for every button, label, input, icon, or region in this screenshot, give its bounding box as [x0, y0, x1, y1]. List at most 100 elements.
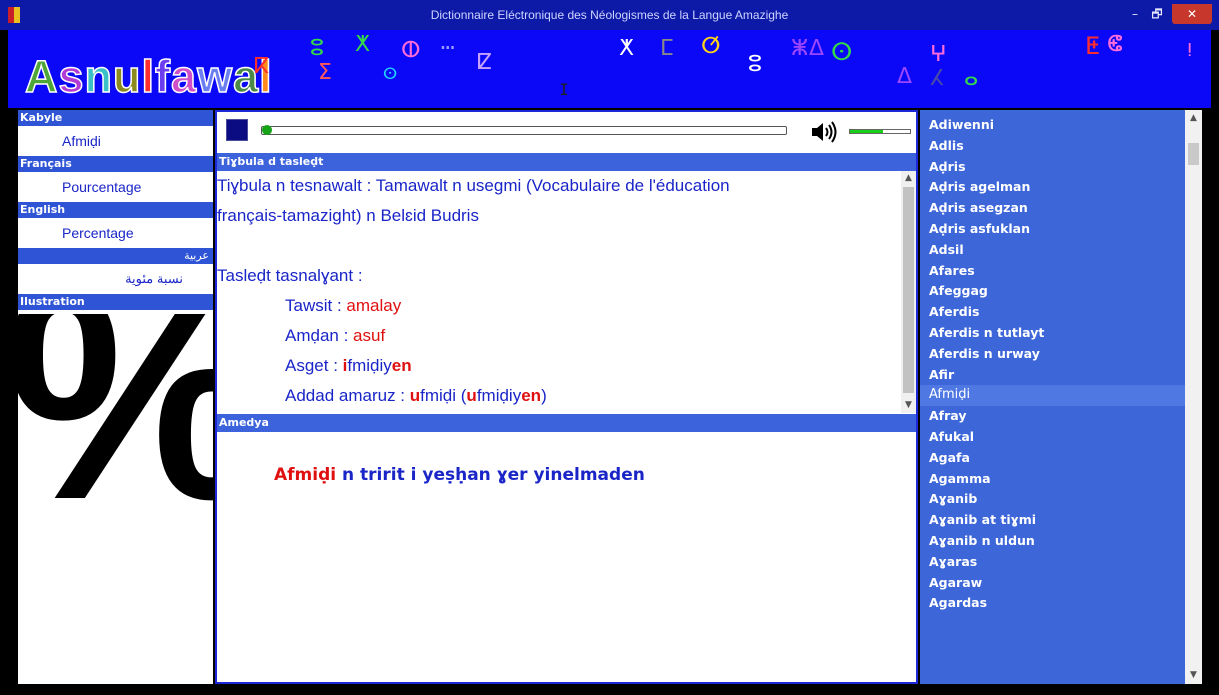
example-keyword: Afmiḍi — [274, 465, 337, 485]
word-list-item[interactable]: Afray — [920, 406, 1185, 427]
word-list-item[interactable]: Aferdis n urway — [920, 344, 1185, 365]
title-bar: Dictionnaire Eléctronique des Néologisme… — [0, 0, 1219, 30]
french-label: Français — [18, 156, 213, 172]
stop-button[interactable] — [226, 119, 248, 141]
tifinagh-glyph: ⵓ — [310, 36, 324, 61]
logo-letter: w — [196, 51, 234, 102]
word-list-item[interactable]: Aɣanib n uldun — [920, 531, 1185, 552]
tifinagh-glyph: ⵎ — [660, 36, 674, 61]
word-list-item[interactable]: Afukal — [920, 427, 1185, 448]
example-header: Amedya — [217, 414, 916, 432]
scroll-up-icon[interactable]: ▲ — [901, 171, 916, 186]
example-rest: n tririt i yeṣḥan ɣer yinelmaden — [336, 465, 645, 485]
seek-handle[interactable] — [262, 125, 272, 135]
logo-letter: l — [141, 51, 156, 102]
tifinagh-glyph: ⵥ — [791, 36, 809, 61]
illustration-label: Ilustration — [18, 294, 213, 310]
source-line-1: Tiɣbula n tesnawalt : Tamawalt n usegmi … — [217, 176, 730, 195]
arabic-label: عربية — [18, 248, 213, 264]
tifinagh-glyph: ⵅ — [619, 36, 634, 61]
entry-panel: Tiɣbula d tasleḍt Tiɣbula n tesnawalt : … — [215, 110, 918, 684]
word-list-item[interactable]: Aferdis — [920, 302, 1185, 323]
scroll-down-icon[interactable]: ▼ — [901, 398, 916, 413]
tawsit-label: Tawsit : — [285, 296, 347, 315]
volume-slider[interactable] — [849, 129, 911, 134]
word-list-item[interactable]: Agardas — [920, 593, 1185, 614]
word-list-item[interactable]: Aḍris agelman — [920, 177, 1185, 198]
minimize-button[interactable]: – — [1124, 4, 1146, 24]
illustration-image: % — [18, 314, 213, 684]
tifinagh-glyph: ⵚ — [701, 34, 721, 59]
close-button[interactable]: ✕ — [1172, 4, 1212, 24]
word-list-item[interactable]: Adlis — [920, 136, 1185, 157]
word-list-item[interactable]: Aḍris asegzan — [920, 198, 1185, 219]
tawsit-value: amalay — [346, 296, 402, 315]
word-list-item[interactable]: Aɣaras — [920, 552, 1185, 573]
kabyle-value: Afmiḍi — [62, 133, 101, 149]
tifinagh-glyph: ⵅ — [355, 32, 370, 57]
translations-panel: Kabyle Afmiḍi Français Pourcentage Engli… — [18, 110, 213, 684]
tifinagh-glyph: ⵊ — [560, 80, 569, 99]
kabyle-label: Kabyle — [18, 110, 213, 126]
word-list-panel: Adiwenni Adlis Aḍris Aḍris agelman Aḍris ase… — [920, 110, 1202, 684]
maximize-button[interactable]: 🗗 — [1146, 4, 1168, 24]
tifinagh-glyph: ⵉ — [318, 60, 332, 85]
tifinagh-glyph: ⵠ — [897, 64, 913, 89]
addad-plural-suffix: en — [521, 386, 542, 405]
addad-row: Addad amaruz : ufmiḍi (ufmiḍiyen) — [217, 381, 901, 411]
addad-label: Addad amaruz : — [285, 386, 410, 405]
word-list: Adiwenni Adlis Aḍris Aḍris agelman Aḍris ase… — [920, 115, 1185, 614]
percent-symbol: % — [18, 314, 213, 544]
word-list-item[interactable]: Afir — [920, 365, 1185, 386]
logo-letter: a — [170, 51, 198, 102]
logo-letter: f — [154, 51, 172, 102]
word-list-item[interactable]: Agafa — [920, 448, 1185, 469]
scroll-up-icon[interactable]: ▲ — [1185, 110, 1202, 127]
word-list-item[interactable]: Afares — [920, 261, 1185, 282]
tifinagh-glyph: ⵈ — [440, 34, 456, 62]
word-list-scrollbar[interactable]: ▲ ▼ — [1185, 110, 1202, 684]
source-line-2: français-tamazight) n Belɛid Budris — [217, 206, 479, 225]
definition-scrollbar[interactable]: ▲ ▼ — [901, 171, 916, 413]
amdan-row: Amḍan : asuf — [217, 321, 901, 351]
seek-bar[interactable] — [261, 125, 787, 135]
scrollbar-thumb[interactable] — [903, 187, 914, 393]
addad-stem: fmiḍi ( — [420, 386, 467, 405]
definition-text: Tiɣbula n tesnawalt : Tamawalt n usegmi … — [217, 171, 901, 411]
word-list-item[interactable]: Aferdis n tutlayt — [920, 323, 1185, 344]
tifinagh-glyph: ⵟ — [1085, 32, 1100, 60]
word-list-item[interactable]: Agamma — [920, 469, 1185, 490]
word-list-item[interactable]: Afmiḍi — [920, 385, 1185, 407]
tifinagh-glyph: ⵞ — [1107, 32, 1123, 57]
amdan-value: asuf — [353, 326, 386, 345]
amdan-label: Amḍan : — [285, 326, 354, 345]
tifinagh-glyph: ⵀ — [401, 38, 421, 63]
volume-level — [850, 130, 883, 133]
english-value: Percentage — [62, 225, 134, 241]
logo-letter: s — [58, 51, 85, 102]
scrollbar-thumb[interactable] — [1188, 143, 1199, 165]
word-list-item[interactable]: Aɣanib — [920, 489, 1185, 510]
addad-plural-stem: fmiḍiy — [476, 386, 522, 405]
word-list-item[interactable]: Aḍris asfuklan — [920, 219, 1185, 240]
word-list-item[interactable]: Adsil — [920, 240, 1185, 261]
tifinagh-glyph: ⴰ — [964, 66, 979, 91]
word-list-item[interactable]: Adiwenni — [920, 115, 1185, 136]
example-area: Afmiḍi n tririt i yeṣḥan ɣer yinelmaden — [217, 432, 916, 682]
app-logo: Asnulfawal — [24, 51, 273, 102]
logo-letter: n — [84, 51, 114, 102]
english-label: English — [18, 202, 213, 218]
analysis-title: Tasleḍt tasnalɣant : — [217, 266, 363, 285]
arabic-value: نسبة مئوية — [125, 271, 183, 286]
tifinagh-glyph: ⴽ — [254, 54, 270, 79]
scroll-down-icon[interactable]: ▼ — [1185, 667, 1202, 684]
word-list-item[interactable]: Agaraw — [920, 573, 1185, 594]
speaker-icon[interactable] — [811, 121, 839, 143]
word-list-item[interactable]: Aḍris — [920, 157, 1185, 178]
word-list-item[interactable]: Aɣanib at tiɣmi — [920, 510, 1185, 531]
word-list-item[interactable]: Afeggag — [920, 281, 1185, 302]
header-banner: Asnulfawal ⴽⵓⵅⵉⵀⵙⵈⵇⵊⵅⵎⵚⵓⵥⵠⵙⵠⵖⵃⴰⵟⵞⵑ — [8, 30, 1211, 108]
tifinagh-glyph: ⵖ — [930, 42, 947, 67]
tifinagh-glyph: ⵇ — [477, 50, 493, 75]
addad-close-paren: ) — [541, 386, 547, 405]
